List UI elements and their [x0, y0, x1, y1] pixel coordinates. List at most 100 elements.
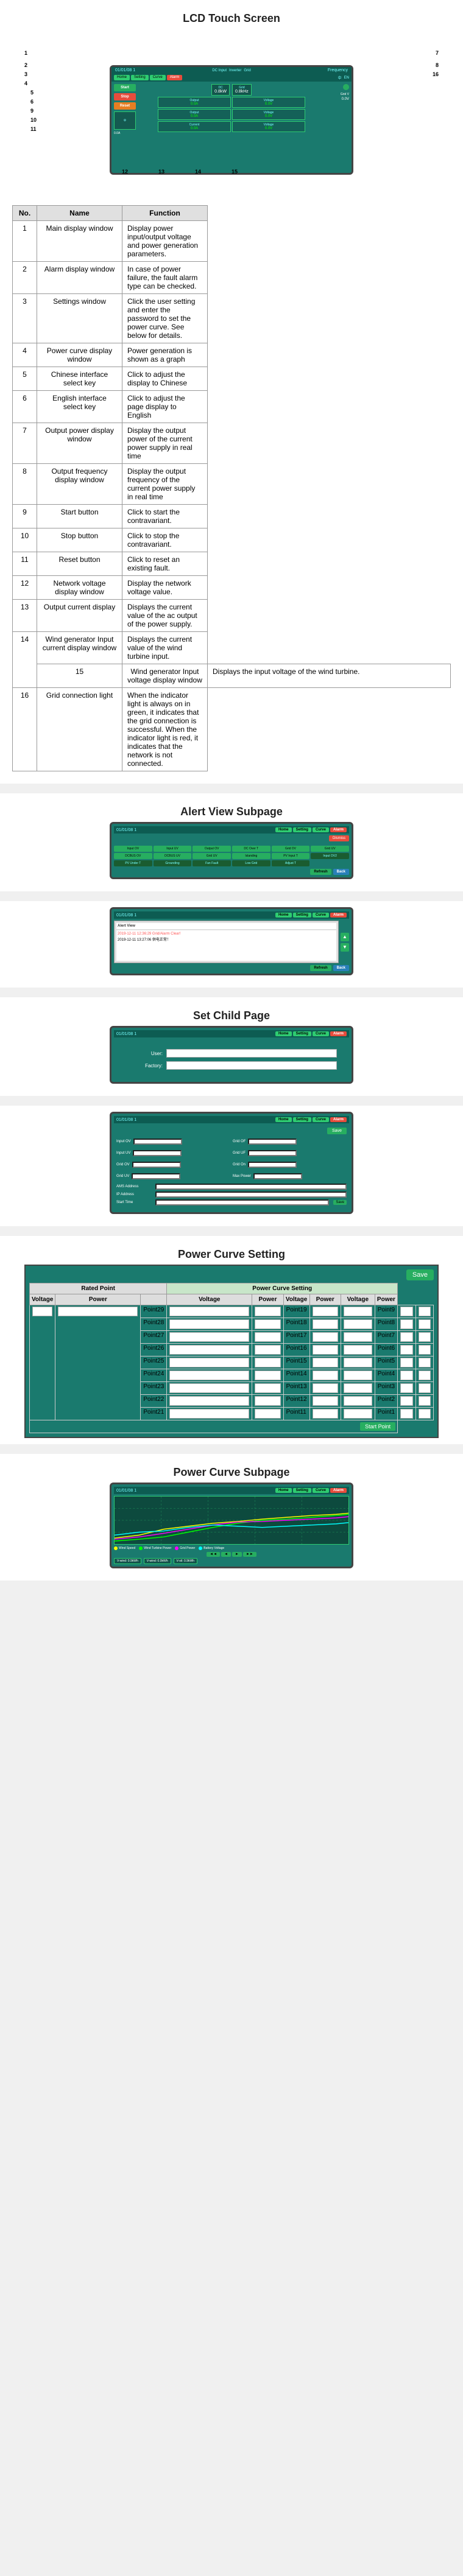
log-tab-home[interactable]: Home — [275, 913, 292, 918]
curve-tab-setting[interactable]: Setting — [293, 1488, 311, 1493]
alert-input-uv[interactable]: Input UV — [154, 846, 192, 852]
pt24-p[interactable] — [255, 1370, 280, 1380]
curve-tab-curve[interactable]: Curve — [313, 1488, 329, 1493]
pt26-v[interactable] — [169, 1345, 249, 1355]
pt13-v[interactable] — [313, 1383, 338, 1393]
pt22-p[interactable] — [255, 1396, 280, 1406]
tab-home[interactable]: Home — [114, 75, 130, 80]
pt7-v[interactable] — [400, 1332, 412, 1342]
pt12-v[interactable] — [313, 1396, 338, 1406]
alert-input-ov[interactable]: Input OV — [114, 846, 152, 852]
alert-fan[interactable]: Fan Fault — [193, 860, 231, 866]
alert-tab-curve[interactable]: Curve — [313, 827, 329, 832]
pt16-p[interactable] — [344, 1345, 372, 1355]
pt21-p[interactable] — [255, 1409, 280, 1419]
start-btn-display[interactable]: Start — [114, 84, 136, 91]
refresh-button[interactable]: Refresh — [310, 869, 331, 875]
user-input[interactable] — [166, 1049, 337, 1058]
set-tab-setting[interactable]: Setting — [293, 1031, 311, 1036]
alert-dcbus-uv[interactable]: DCBUS UV — [154, 853, 192, 859]
pt12-p[interactable] — [344, 1396, 372, 1406]
en-label[interactable]: EN — [344, 76, 349, 80]
log-back-button[interactable]: Back — [333, 965, 349, 971]
settings-save-btn[interactable]: Save — [327, 1128, 347, 1134]
pt6-v[interactable] — [400, 1345, 412, 1355]
settings-tab-alarm[interactable]: Alarm — [330, 1117, 347, 1122]
pt4-p[interactable] — [419, 1370, 431, 1380]
ams-field[interactable] — [155, 1184, 347, 1190]
pt14-p[interactable] — [344, 1370, 372, 1380]
log-refresh-button[interactable]: Refresh — [310, 965, 331, 971]
curve-start-point-btn[interactable]: Start Point — [360, 1422, 395, 1431]
pt18-p[interactable] — [344, 1319, 372, 1329]
pt23-v[interactable] — [169, 1383, 249, 1393]
pt3-p[interactable] — [419, 1383, 431, 1393]
ch-label[interactable]: 中 — [338, 75, 342, 80]
pt11-v[interactable] — [313, 1409, 338, 1419]
pt26-p[interactable] — [255, 1345, 280, 1355]
log-tab-setting[interactable]: Setting — [293, 913, 311, 918]
alert-tab-home[interactable]: Home — [275, 827, 292, 832]
alert-tab-setting[interactable]: Setting — [293, 827, 311, 832]
curve-rewind-btn[interactable]: ◄◄ — [207, 1552, 220, 1557]
alert-low-grid[interactable]: Low Grid — [232, 860, 270, 866]
alert-grid-uv2[interactable]: Grid UV — [193, 853, 231, 859]
pt17-p[interactable] — [344, 1332, 372, 1342]
pt1-p[interactable] — [419, 1409, 431, 1419]
pt4-v[interactable] — [400, 1370, 412, 1380]
pt13-p[interactable] — [344, 1383, 372, 1393]
settings-tab-home[interactable]: Home — [275, 1117, 292, 1122]
alert-output-ov[interactable]: Output OV — [193, 846, 231, 852]
pt15-p[interactable] — [344, 1358, 372, 1367]
curve-next-btn[interactable]: ► — [232, 1552, 242, 1557]
start-time-field[interactable] — [155, 1199, 329, 1206]
pt5-p[interactable] — [419, 1358, 431, 1367]
max-power-field[interactable] — [253, 1173, 302, 1179]
curve-save-button[interactable]: Save — [406, 1269, 434, 1280]
rated-p-input[interactable] — [58, 1307, 138, 1316]
grid-of-field[interactable] — [248, 1139, 297, 1145]
pt7-p[interactable] — [419, 1332, 431, 1342]
pt17-v[interactable] — [313, 1332, 338, 1342]
alert-grounding[interactable]: Grounding — [154, 860, 192, 866]
curve-prev-btn[interactable]: ◄ — [221, 1552, 231, 1557]
start-time-btn[interactable]: Save — [333, 1200, 347, 1205]
alert-dc-overt[interactable]: DC Over T — [232, 846, 270, 852]
pt9-v[interactable] — [400, 1307, 412, 1316]
scroll-down-btn[interactable]: ▼ — [341, 943, 349, 952]
pt11-p[interactable] — [344, 1409, 372, 1419]
alert-pv-input[interactable]: PV Input T — [272, 853, 310, 859]
pt14-v[interactable] — [313, 1370, 338, 1380]
curve-forward-btn[interactable]: ►► — [243, 1552, 256, 1557]
alert-dcbus-ov[interactable]: DCBUS OV — [114, 853, 152, 859]
tab-setting[interactable]: Setting — [131, 75, 149, 80]
input-ov-field[interactable] — [133, 1139, 182, 1145]
rated-v-input[interactable] — [32, 1307, 52, 1316]
curve-tab-home[interactable]: Home — [275, 1488, 292, 1493]
stop-btn-display[interactable]: Stop — [114, 93, 136, 100]
pt16-v[interactable] — [313, 1345, 338, 1355]
factory-input[interactable] — [166, 1061, 337, 1070]
pt22-v[interactable] — [169, 1396, 249, 1406]
pt27-p[interactable] — [255, 1332, 280, 1342]
pt29-p[interactable] — [255, 1307, 280, 1316]
pt6-p[interactable] — [419, 1345, 431, 1355]
pt23-p[interactable] — [255, 1383, 280, 1393]
tab-curve[interactable]: Curve — [150, 75, 166, 80]
pt15-v[interactable] — [313, 1358, 338, 1367]
pt2-p[interactable] — [419, 1396, 431, 1406]
pt5-v[interactable] — [400, 1358, 412, 1367]
alert-pv-under[interactable]: PV Under T — [114, 860, 152, 866]
pt9-p[interactable] — [419, 1307, 431, 1316]
alert-adjust[interactable]: Adjust T — [272, 860, 310, 866]
pt3-v[interactable] — [400, 1383, 412, 1393]
pt28-v[interactable] — [169, 1319, 249, 1329]
set-tab-home[interactable]: Home — [275, 1031, 292, 1036]
alert-input-ov2[interactable]: Input OV2 — [311, 853, 349, 859]
alert-islanding[interactable]: Islanding — [232, 853, 270, 859]
set-tab-alarm[interactable]: Alarm — [330, 1031, 347, 1036]
pt19-v[interactable] — [313, 1307, 338, 1316]
grid-uf-field[interactable] — [248, 1150, 297, 1156]
pt29-v[interactable] — [169, 1307, 249, 1316]
pt1-v[interactable] — [400, 1409, 412, 1419]
